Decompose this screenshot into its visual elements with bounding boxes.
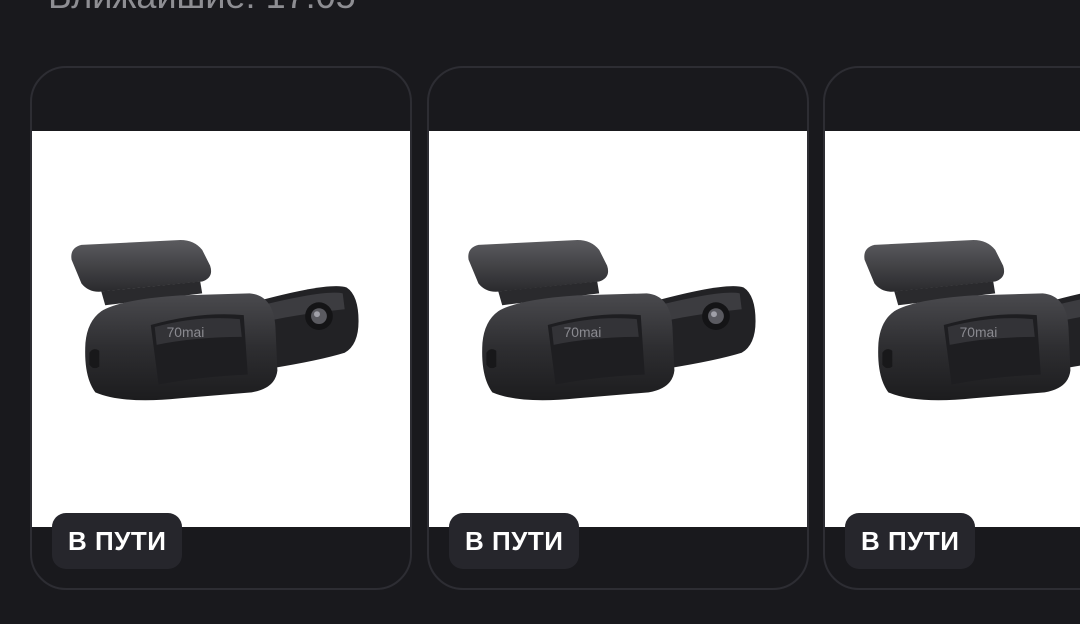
brand-logo: 70mai — [564, 324, 602, 340]
product-image: 70mai — [429, 131, 807, 527]
status-badge: В ПУТИ — [449, 513, 580, 569]
brand-logo: 70mai — [960, 324, 998, 340]
product-card[interactable]: 70mai В ПУТИ — [823, 66, 1080, 590]
status-badge: В ПУТИ — [52, 513, 183, 569]
status-badge: В ПУТИ — [845, 513, 976, 569]
product-image: 70mai — [32, 131, 410, 527]
section-header: Ближайшие: 17:05 — [48, 0, 356, 14]
product-image: 70mai — [825, 131, 1080, 527]
product-card[interactable]: 70mai В ПУТИ — [30, 66, 412, 590]
page: Ближайшие: 17:05 — [0, 0, 1080, 624]
product-card[interactable]: 70mai В ПУТИ — [427, 66, 809, 590]
brand-logo: 70mai — [167, 324, 205, 340]
